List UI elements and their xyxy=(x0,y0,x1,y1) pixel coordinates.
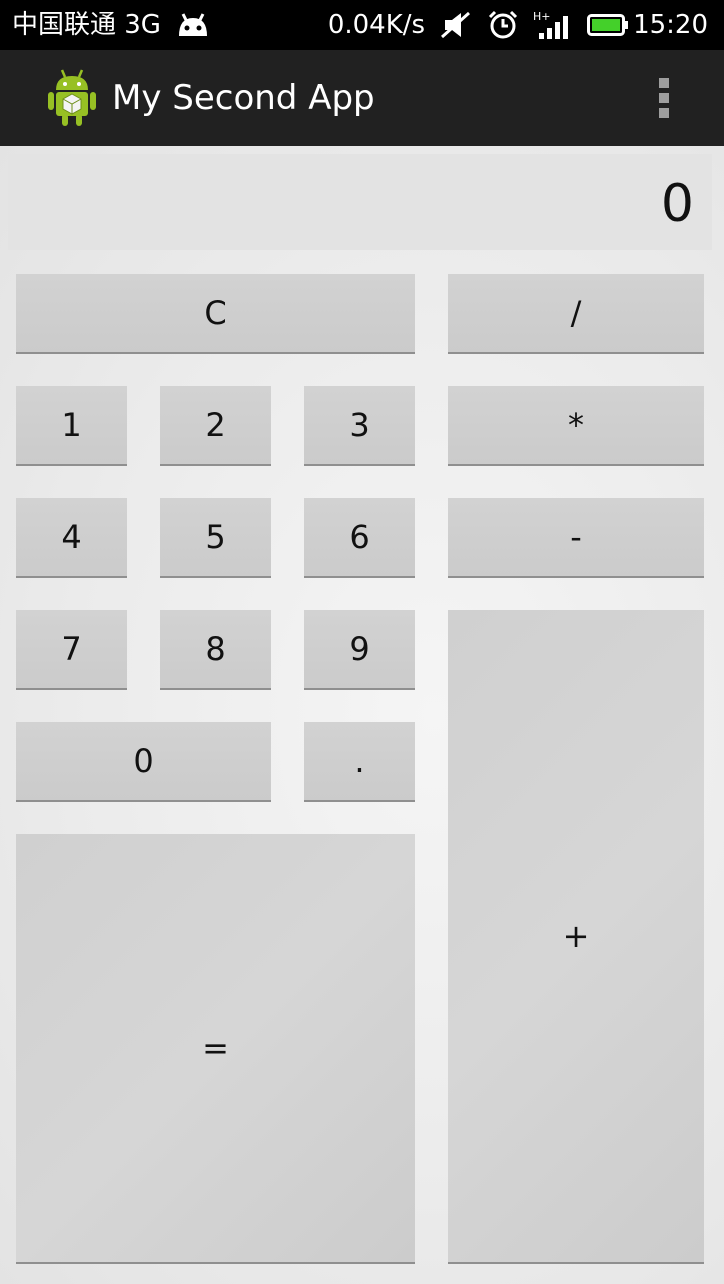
mute-icon xyxy=(441,11,471,39)
carrier-label: 中国联通 3G xyxy=(12,10,161,40)
display-value: 0 xyxy=(660,174,694,234)
multiply-button[interactable]: * xyxy=(448,386,704,466)
clock-label: 15:20 xyxy=(633,10,708,40)
digit-3-button[interactable]: 3 xyxy=(304,386,415,466)
status-bar: 中国联通 3G 0.04K/s H+ 15:20 xyxy=(0,0,724,50)
battery-icon xyxy=(587,14,629,36)
digit-1-button[interactable]: 1 xyxy=(16,386,127,466)
digit-6-button[interactable]: 6 xyxy=(304,498,415,578)
alarm-icon xyxy=(489,10,518,39)
digit-7-button[interactable]: 7 xyxy=(16,610,127,690)
equals-button[interactable]: = xyxy=(16,834,415,1264)
decimal-button[interactable]: . xyxy=(304,722,415,802)
app-title: My Second App xyxy=(112,78,375,118)
digit-9-button[interactable]: 9 xyxy=(304,610,415,690)
android-notification-icon xyxy=(178,13,207,36)
clear-button[interactable]: C xyxy=(16,274,415,354)
digit-4-button[interactable]: 4 xyxy=(16,498,127,578)
calculator-body: 0 C / 1 2 3 * 4 5 6 - 7 8 9 + 0 . = xyxy=(0,146,724,1284)
digit-2-button[interactable]: 2 xyxy=(160,386,271,466)
overflow-menu-icon[interactable] xyxy=(650,74,678,122)
action-bar: My Second App xyxy=(0,50,724,146)
status-right: 0.04K/s H+ 15:20 xyxy=(328,8,708,42)
digit-8-button[interactable]: 8 xyxy=(160,610,271,690)
status-left: 中国联通 3G xyxy=(12,8,211,42)
net-speed-label: 0.04K/s xyxy=(327,10,426,40)
android-app-icon[interactable] xyxy=(46,68,98,128)
subtract-button[interactable]: - xyxy=(448,498,704,578)
divide-button[interactable]: / xyxy=(448,274,704,354)
digit-5-button[interactable]: 5 xyxy=(160,498,271,578)
signal-icon: H+ xyxy=(533,10,569,39)
add-button[interactable]: + xyxy=(448,610,704,1264)
digit-0-button[interactable]: 0 xyxy=(16,722,271,802)
signal-type-label: H+ xyxy=(533,10,551,23)
result-display: 0 xyxy=(8,154,712,250)
